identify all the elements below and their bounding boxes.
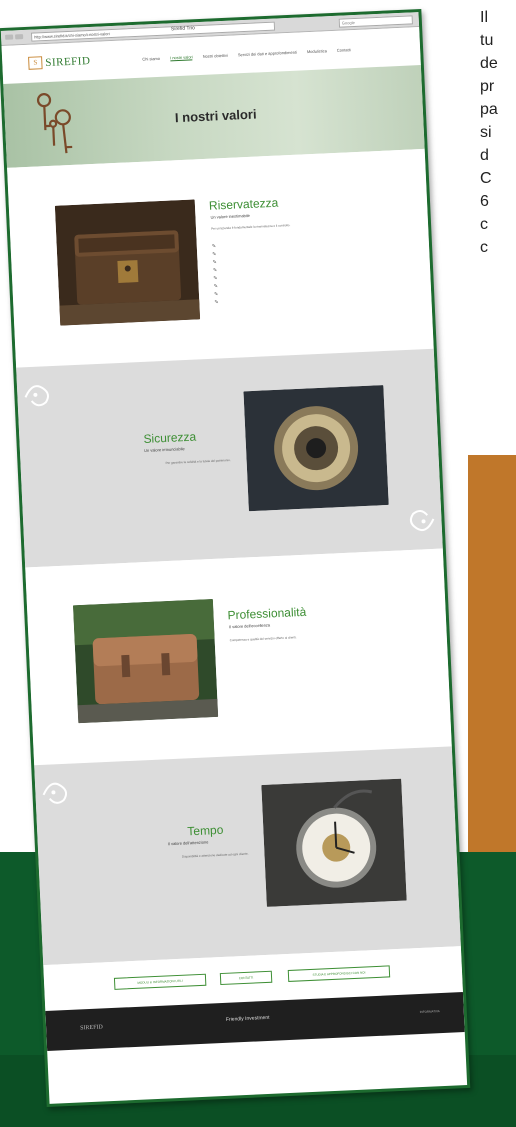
- pin-icon: ✎: [213, 275, 218, 282]
- nav-item[interactable]: Chi siamo: [142, 56, 160, 63]
- ornament-icon: [42, 782, 68, 804]
- side-text-line: C: [480, 170, 492, 187]
- nav-item[interactable]: Servizi dei dati e approfondimenti: [238, 50, 297, 59]
- pin-icon: ✎: [212, 267, 218, 274]
- pin-icon: ✎: [212, 259, 217, 266]
- section-body: Per un'azienda è fondamentale la riserva…: [210, 223, 291, 231]
- pin-icon: ✎: [211, 243, 217, 250]
- side-text-line: si: [480, 124, 492, 141]
- side-text-column: Il tu de pr pa si d C 6 c c: [480, 6, 516, 259]
- section-subtitle: Il valore dell'eccellenza: [229, 622, 271, 630]
- forward-icon[interactable]: [15, 34, 24, 40]
- ornament-icon: [409, 509, 435, 532]
- treasure-chest-image: [54, 199, 201, 326]
- page-title: I nostri valori: [174, 106, 257, 126]
- nav-item-active[interactable]: I nostri valori: [169, 54, 193, 62]
- section-title: Sicurezza: [143, 429, 197, 446]
- section-subtitle: Un valore inestimabile: [210, 212, 250, 220]
- footer-link[interactable]: INFORMATIVA: [420, 1009, 440, 1014]
- ornament-icon: [24, 385, 50, 407]
- browser-tab-title: Sirefid Trio: [170, 25, 195, 33]
- browser-search-field[interactable]: Google: [338, 15, 413, 28]
- side-text-line: c: [480, 239, 488, 256]
- side-text-line: pa: [480, 101, 498, 118]
- bullet-list: ✎ ✎ ✎ ✎ ✎ ✎ ✎ ✎: [212, 238, 365, 309]
- side-text-line: de: [480, 55, 498, 72]
- side-text-line: Il: [480, 9, 488, 26]
- section-body: Per garantire la solidità e la tutela de…: [165, 458, 231, 466]
- website-page: http://www.sirefid.it/chi-siamo/i-nostri…: [0, 12, 468, 1104]
- section-title: Riservatezza: [208, 195, 279, 213]
- section-tempo: Tempo Il valore dell'attenzione Disponib…: [34, 746, 461, 966]
- nav-item[interactable]: Nostri obiettivi: [203, 53, 228, 60]
- main-nav: Chi siamo I nostri valori Nostri obietti…: [142, 47, 351, 62]
- back-icon[interactable]: [5, 34, 14, 40]
- pin-icon: ✎: [214, 299, 219, 306]
- moduli-button[interactable]: MODULI & INFORMAZIONI UTILI: [113, 973, 207, 990]
- side-text-line: pr: [480, 78, 495, 95]
- pin-icon: ✎: [213, 291, 219, 298]
- browser-nav-buttons: [5, 34, 24, 40]
- pin-icon: ✎: [213, 283, 219, 290]
- screenshot-frame: http://www.sirefid.it/chi-siamo/i-nostri…: [0, 8, 471, 1108]
- side-text-line: d: [480, 147, 489, 164]
- leather-briefcase-image: [72, 599, 219, 724]
- section-professionalita: Professionalità Il valore dell'eccellenz…: [25, 548, 452, 766]
- section-body: Competenza e qualità del servizio offert…: [229, 635, 297, 643]
- pin-icon: ✎: [212, 251, 217, 258]
- section-title: Tempo: [187, 822, 224, 839]
- logo-mark-icon: S: [28, 56, 43, 70]
- nav-item[interactable]: Contatti: [337, 47, 351, 54]
- section-body: Disponibilità e attenzione dedicate ad o…: [181, 851, 249, 859]
- nav-item[interactable]: Modulistica: [307, 48, 327, 55]
- section-sicurezza: Sicurezza Un valore irrinunciabile Per g…: [16, 348, 443, 568]
- section-subtitle: Il valore dell'attenzione: [167, 839, 209, 847]
- footer-logo: SIREFID: [80, 1024, 103, 1032]
- side-text-line: c: [480, 216, 488, 233]
- pocket-watch-image: [261, 778, 407, 907]
- antique-keys-image: [36, 93, 73, 154]
- studia-button[interactable]: STUDIA E APPROFONDISCI CON NOI: [287, 965, 391, 982]
- footer-partner-logo: Friendly Investment: [225, 1014, 270, 1023]
- logo-text: SIREFID: [45, 54, 91, 69]
- side-text-line: tu: [480, 32, 494, 49]
- contatti-button[interactable]: CONTATTI: [219, 970, 273, 986]
- safe-dial-image: [243, 385, 389, 512]
- section-subtitle: Un valore irrinunciabile: [143, 446, 185, 453]
- side-text-line: 6: [480, 193, 489, 210]
- section-riservatezza: Riservatezza Un valore inestimabile Per …: [7, 148, 434, 368]
- site-logo[interactable]: S SIREFID: [28, 54, 91, 70]
- section-title: Professionalità: [227, 604, 307, 623]
